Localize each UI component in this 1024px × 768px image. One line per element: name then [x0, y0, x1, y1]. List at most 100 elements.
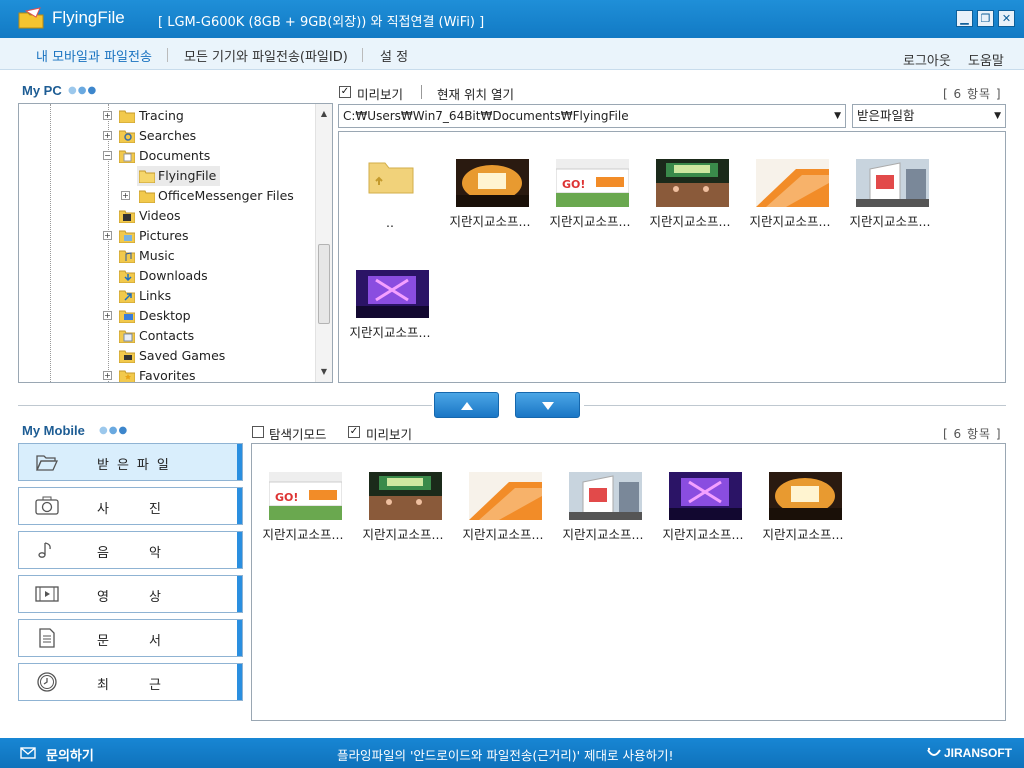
expand-icon[interactable]: + — [103, 111, 112, 120]
category-accent-bar — [237, 576, 242, 612]
close-button[interactable]: ✕ — [998, 10, 1015, 27]
file-thumbnail[interactable]: GO! 지란지교소프... — [256, 472, 350, 562]
photo-thumbnail-image — [569, 472, 642, 520]
path-combobox[interactable]: C:₩Users₩Win7_64Bit₩Documents₩FlyingFile… — [338, 104, 846, 128]
tab-settings[interactable]: 설 정 — [380, 46, 408, 65]
tree-guide-line — [50, 104, 51, 382]
file-thumbnail[interactable]: 지란지교소프... — [556, 472, 650, 562]
collapse-icon[interactable]: − — [103, 151, 112, 160]
mobile-preview-checkbox[interactable]: ✓ — [348, 426, 360, 438]
restore-button[interactable]: ❐ — [977, 10, 994, 27]
flyingfile-logo-icon — [18, 7, 44, 29]
connection-title: [ LGM-G600K (8GB + 9GB(외장)) 와 직접연결 (WiFi… — [158, 15, 485, 30]
expand-icon[interactable]: + — [103, 371, 112, 380]
photo-thumbnail-image — [356, 270, 429, 318]
file-thumbnail[interactable]: GO! 지란지교소프... — [543, 159, 637, 249]
inquiry-link[interactable]: 문의하기 — [46, 745, 94, 764]
photo-thumbnail-image — [769, 472, 842, 520]
film-icon — [35, 586, 59, 602]
saved-games-folder-icon — [119, 350, 135, 363]
category-photos[interactable]: 사진 — [18, 487, 243, 525]
scroll-up-arrow-icon[interactable]: ▲ — [316, 106, 332, 122]
photo-thumbnail-image — [456, 159, 529, 207]
path-value: C:₩Users₩Win7_64Bit₩Documents₩FlyingFile — [343, 109, 629, 123]
pc-file-pane[interactable]: .. 지란지교소프... GO! 지란지교소프... 지란지교소프... 지란지… — [338, 131, 1006, 383]
pc-preview-checkbox[interactable]: ✓ — [339, 86, 351, 98]
documents-folder-icon — [119, 150, 135, 163]
help-link[interactable]: 도움말 — [968, 50, 1004, 69]
category-received-files[interactable]: 받은파일 — [18, 443, 243, 481]
section-dots: ●●● — [68, 85, 98, 96]
pc-item-count: [ 6 항목 ] — [943, 87, 1002, 101]
pictures-folder-icon — [119, 230, 135, 243]
pane-divider — [18, 405, 432, 406]
file-thumbnail[interactable]: 지란지교소프... — [643, 159, 737, 249]
file-thumbnail[interactable]: 지란지교소프... — [443, 159, 537, 249]
open-folder-icon — [35, 455, 59, 471]
photo-thumbnail-image — [856, 159, 929, 207]
dropdown-arrow-icon[interactable]: ▼ — [834, 105, 841, 127]
music-folder-icon — [119, 250, 135, 263]
mymobile-title: My Mobile — [22, 423, 85, 438]
folder-select-value: 받은파일함 — [857, 108, 915, 123]
file-thumbnail[interactable]: 지란지교소프... — [456, 472, 550, 562]
minimize-button[interactable]: ▁ — [956, 10, 973, 27]
menu-bar: 내 모바일과 파일전송 모든 기기와 파일전송(파일ID) 설 정 로그아웃 도… — [0, 38, 1024, 70]
open-current-location-link[interactable]: 현재 위치 열기 — [437, 84, 514, 103]
tab-all-devices[interactable]: 모든 기기와 파일전송(파일ID) — [184, 46, 348, 65]
category-music[interactable]: 음악 — [18, 531, 243, 569]
folder-select[interactable]: 받은파일함 ▼ — [852, 104, 1006, 128]
parent-folder-item[interactable]: .. — [343, 159, 437, 249]
tip-link[interactable]: 플라잉파일의 '안드로이드와 파일전송(근거리)' 제대로 사용하기! — [337, 745, 674, 764]
pane-divider — [584, 405, 1006, 406]
category-accent-bar — [237, 664, 242, 700]
video-folder-icon — [119, 210, 135, 223]
file-thumbnail[interactable]: 지란지교소프... — [343, 270, 437, 360]
links-folder-icon — [119, 290, 135, 303]
category-accent-bar — [237, 444, 242, 480]
up-arrow-icon — [460, 402, 473, 410]
photo-thumbnail-image — [656, 159, 729, 207]
logout-link[interactable]: 로그아웃 — [903, 50, 951, 69]
category-accent-bar — [237, 488, 242, 524]
expand-icon[interactable]: + — [103, 131, 112, 140]
explorer-mode-checkbox[interactable] — [252, 426, 264, 438]
category-videos[interactable]: 영상 — [18, 575, 243, 613]
photo-thumbnail-image: GO! — [556, 159, 629, 207]
dropdown-arrow-icon[interactable]: ▼ — [994, 105, 1001, 127]
category-accent-bar — [237, 620, 242, 656]
folder-tree[interactable]: + Tracing + Searches − Documents FlyingF… — [18, 103, 333, 383]
expand-icon[interactable]: + — [121, 191, 130, 200]
file-thumbnail[interactable]: 지란지교소프... — [756, 472, 850, 562]
folder-icon — [119, 110, 135, 123]
menu-separator — [167, 48, 168, 62]
photo-thumbnail-image: GO! — [269, 472, 342, 520]
mypc-title: My PC — [22, 83, 62, 98]
tree-scrollbar[interactable]: ▲ ▼ — [315, 104, 332, 382]
tree-item-flyingfile[interactable]: FlyingFile FlyingFile — [137, 166, 221, 186]
mobile-preview-label: 미리보기 — [366, 427, 413, 442]
mobile-file-pane[interactable]: GO! 지란지교소프... 지란지교소프... 지란지교소프... 지란지교소프… — [251, 443, 1006, 721]
file-thumbnail[interactable]: 지란지교소프... — [356, 472, 450, 562]
expand-icon[interactable]: + — [103, 311, 112, 320]
desktop-folder-icon — [119, 310, 135, 323]
upload-to-pc-button[interactable] — [434, 392, 499, 418]
photo-thumbnail-image — [756, 159, 829, 207]
scroll-down-arrow-icon[interactable]: ▼ — [316, 364, 332, 380]
brand-label: JIRANSOFT — [944, 746, 1013, 760]
jiransoft-logo-icon — [927, 747, 941, 756]
app-title: FlyingFile — [52, 8, 125, 27]
scroll-thumb[interactable] — [318, 244, 330, 324]
send-to-mobile-button[interactable] — [515, 392, 580, 418]
file-thumbnail[interactable]: 지란지교소프... — [743, 159, 837, 249]
contacts-folder-icon — [119, 330, 135, 343]
file-thumbnail[interactable]: 지란지교소프... — [656, 472, 750, 562]
expand-icon[interactable]: + — [103, 231, 112, 240]
svg-text:GO!: GO! — [562, 178, 585, 191]
down-arrow-icon — [541, 402, 554, 410]
menu-separator — [362, 48, 363, 62]
tab-my-mobile[interactable]: 내 모바일과 파일전송 — [36, 46, 152, 65]
file-thumbnail[interactable]: 지란지교소프... — [843, 159, 937, 249]
category-recent[interactable]: 최근 — [18, 663, 243, 701]
category-documents[interactable]: 문서 — [18, 619, 243, 657]
